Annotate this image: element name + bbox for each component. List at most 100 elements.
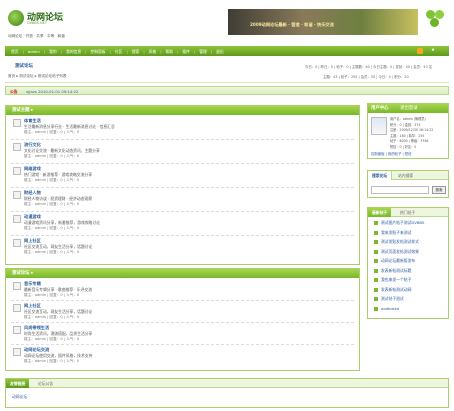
user-links[interactable]: 控制面板 | 我的帖子 | 短信: [371, 151, 412, 156]
hot-post-item[interactable]: 我来发贴子来测试: [374, 230, 411, 238]
notice-label: 公告: [10, 88, 18, 94]
search-panel: 搜索论坛 站内搜索 搜索: [367, 170, 449, 198]
tab-hot-posts[interactable]: 热门帖子: [396, 208, 419, 217]
breadcrumb[interactable]: 首页 ▸ 测试论坛 ▸ 测试论坛帖子列表: [8, 74, 67, 79]
clover-decoration-icon: [424, 8, 448, 32]
top-nav-item[interactable]: 控制面板: [90, 49, 105, 54]
top-nav-item[interactable]: 退出: [216, 49, 224, 54]
row-divider: [11, 300, 354, 301]
top-nav-item[interactable]: 插件: [182, 49, 190, 54]
top-nav-item[interactable]: 搜索: [132, 49, 140, 54]
hot-post-item[interactable]: 测试发贴发帖测试样式: [374, 239, 419, 247]
user-info-line: 短信：0 | 好友：0: [390, 144, 417, 149]
tab-search-forum[interactable]: 搜索论坛: [368, 171, 393, 180]
topic-meta: 楼主：admin | 回复：0 | 人气：0: [24, 337, 80, 341]
nav-separator: |: [126, 48, 128, 54]
topic-row: 财经人物 财经人物访谈 · 投资理财 · 经济动态观察 楼主：admin | 回复：…: [6, 190, 359, 212]
section2-header: 测试论坛 ▸: [6, 269, 359, 278]
banner-ad[interactable]: 2009动网论坛最新 · 营造 · 和谐 · 快乐交流: [228, 9, 418, 35]
topic-icon: [13, 191, 21, 199]
hot-post-item[interactable]: 测试帖子测试: [374, 296, 404, 304]
topic-row: 动漫游戏 动漫游戏资讯分享，新番推荐，游戏攻略讨论 楼主：admin | 回复：0 …: [6, 214, 359, 236]
top-nav-item[interactable]: 管理: [199, 49, 207, 54]
tab-friend-links[interactable]: 友情链接: [6, 379, 30, 388]
user-panel-title: 用户中心: [371, 106, 389, 111]
nav-separator: |: [160, 48, 162, 54]
hot-post-item[interactable]: 发表新帖测试动网: [374, 287, 411, 295]
top-nav-item[interactable]: 我的信息: [66, 49, 81, 54]
nav-separator: |: [22, 48, 24, 54]
top-nav-item[interactable]: 风格: [149, 49, 157, 54]
nav-separator: |: [43, 48, 46, 54]
top-nav-item[interactable]: admin: [28, 49, 40, 54]
top-nav-item[interactable]: 社区: [115, 49, 123, 54]
search-input[interactable]: [371, 186, 429, 194]
top-nav-bar: 首页 | admin | 我的 | 我的信息 | 控制面板 | 社区 | 搜索 | 风格 | 帮助 | 插件 | 管理 |…: [5, 46, 449, 56]
topic-meta: 楼主：admin | 回复：0 | 人气：0: [24, 359, 80, 363]
tab-latest-posts[interactable]: 最新帖子: [368, 208, 392, 217]
topic-row: 体育生活 生活最新消息分享行业 · 生活最新消息讨论 · 信息汇总 楼主：admin…: [6, 118, 359, 140]
logo-mark-icon: [8, 10, 24, 26]
banner-text: 2009动网论坛最新 · 营造 · 和谐 · 快乐交流: [250, 22, 334, 27]
site-slogan: 动网论坛 · 开放 · 共享 · 平等 · 和谐: [8, 34, 65, 38]
section1-list: 体育生活 生活最新消息分享行业 · 生活最新消息讨论 · 信息汇总 楼主：admin…: [6, 118, 359, 264]
nav-separator: |: [210, 48, 213, 54]
forum-stats-line: 今日：0 | 昨日：0 | 帖子：0 | 主题数：40 | 今日主题：0 | 发…: [305, 65, 433, 69]
section-topics-1: 测试主题 ▸ 体育生活 生活最新消息分享行业 · 生活最新消息讨论 · 信息汇总楼…: [5, 105, 360, 265]
row-divider: [11, 139, 354, 140]
topic-icon: [13, 167, 21, 175]
topic-meta: 楼主：admin | 回复：0 | 人气：0: [24, 226, 80, 230]
user-panel-header: 用户中心 退出登录: [368, 104, 448, 113]
nav-right-star[interactable]: ★: [431, 48, 435, 53]
row-divider: [11, 211, 354, 212]
tab-forum-notice[interactable]: 论坛公告: [34, 379, 57, 388]
section2-title[interactable]: 测试论坛 ▸: [12, 271, 33, 276]
topic-meta: 楼主：admin | 回复：0 | 人气：0: [24, 202, 80, 206]
topic-meta: 楼主：admin | 回复：0 | 人气：0: [24, 154, 80, 158]
row-divider: [11, 322, 354, 323]
logo[interactable]: 动网论坛 DVBBS.NET: [8, 8, 68, 32]
hot-posts-panel: 最新帖子 热门帖子 测试图片帖子测试DVBBS 我来发贴子来测试 测试发贴发帖测试样…: [367, 207, 449, 319]
rss-icon[interactable]: [417, 48, 423, 54]
hot-post-item[interactable]: 测试页面发帖测试效果: [374, 249, 419, 257]
nav-separator: |: [85, 48, 87, 54]
header: 动网论坛 DVBBS.NET 动网论坛 · 开放 · 共享 · 平等 · 和谐 …: [0, 0, 454, 44]
logo-sub: DVBBS.NET: [27, 21, 48, 25]
topic-icon: [13, 304, 21, 312]
topic-icon: [13, 143, 21, 151]
notice-text[interactable]: xjjavs 2010-01-01 09:14:22: [26, 89, 78, 94]
topic-row: 流行文化 文化讨论交流 · 最新文化动态资讯，主题分享 楼主：admin | 回复：…: [6, 142, 359, 164]
top-nav-item[interactable]: 我的: [49, 49, 57, 54]
section1-title[interactable]: 测试主题 ▸: [12, 108, 33, 113]
hot-post-item[interactable]: aodkdskd: [374, 306, 399, 314]
hot-post-item[interactable]: 发表新帖测试标题: [374, 268, 411, 276]
user-info-lines: 用户名：admin (管理员) 积分：0 | 金钱：374 注册：2009/12/3…: [390, 116, 448, 149]
user-panel: 用户中心 退出登录 用户名：admin (管理员) 积分：0 | 金钱：374 注册…: [367, 103, 449, 159]
forum-info-bar: 测试论坛 今日：0 | 昨日：0 | 帖子：0 | 主题数：40 | 今日主题：…: [5, 59, 449, 83]
search-button[interactable]: 搜索: [432, 186, 446, 194]
section1-header: 测试主题 ▸: [6, 106, 359, 115]
hot-post-item[interactable]: 我也来发一个帖子: [374, 277, 411, 285]
topic-row: 动网论坛交流 动网论坛使用交流，插件风格，技术支持 楼主：admin | 回复：0 …: [6, 347, 359, 369]
top-nav-item[interactable]: 帮助: [166, 49, 174, 54]
row-divider: [11, 235, 354, 236]
hot-post-item[interactable]: 动网论坛最新版发布: [374, 258, 415, 266]
hot-post-item[interactable]: 测试图片帖子测试DVBBS: [374, 220, 424, 228]
top-nav-item[interactable]: 首页: [11, 49, 19, 54]
topic-icon: [13, 215, 21, 223]
logout-link[interactable]: 退出登录: [400, 106, 418, 111]
topic-meta: 楼主：admin | 回复：0 | 人气：0: [24, 315, 80, 319]
user-avatar[interactable]: [371, 117, 387, 135]
forum-title[interactable]: 测试论坛: [15, 63, 33, 69]
nav-separator: |: [193, 48, 196, 54]
topic-row: 网上社区 社区交流互动，网友生活分享，话题讨论 楼主：admin | 回复：0 | …: [6, 238, 359, 260]
stats-right: 主题：43 | 帖子：205 | 会员：55 | 今日：0 | 积分：20: [323, 75, 409, 79]
tab-site-search[interactable]: 站内搜索: [394, 171, 417, 180]
nav-separator: |: [177, 48, 179, 54]
friend-link-item[interactable]: 动网论坛: [12, 394, 27, 400]
notice-bar: 公告 xjjavs 2010-01-01 09:14:22: [5, 86, 449, 95]
topic-meta: 楼主：admin | 回复：0 | 人气：0: [24, 178, 80, 182]
nav-separator: |: [109, 48, 111, 54]
topic-meta: 楼主：admin | 回复：0 | 人气：0: [24, 293, 80, 297]
nav-separator: |: [60, 48, 62, 54]
